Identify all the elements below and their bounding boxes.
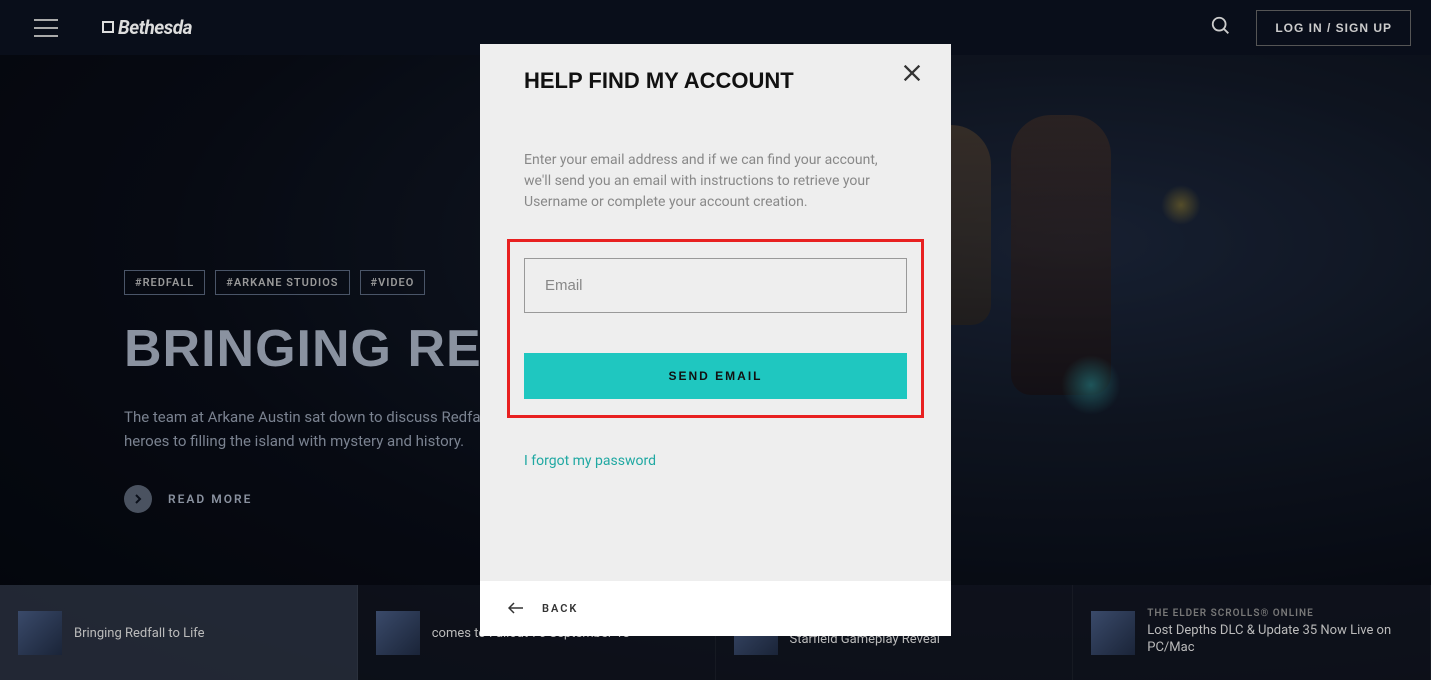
find-account-modal: HELP FIND MY ACCOUNT Enter your email ad… [480,44,951,636]
forgot-password-link[interactable]: I forgot my password [524,453,656,469]
modal-overlay: HELP FIND MY ACCOUNT Enter your email ad… [0,0,1431,680]
modal-description: Enter your email address and if we can f… [524,150,907,213]
send-email-button[interactable]: SEND EMAIL [524,353,907,399]
arrow-left-icon[interactable] [508,599,524,618]
highlighted-form-area: SEND EMAIL [507,239,924,418]
close-icon[interactable] [901,62,923,88]
back-button[interactable]: BACK [542,602,578,615]
email-field[interactable] [524,258,907,313]
modal-footer: BACK [480,581,951,636]
modal-title: HELP FIND MY ACCOUNT [524,68,907,94]
